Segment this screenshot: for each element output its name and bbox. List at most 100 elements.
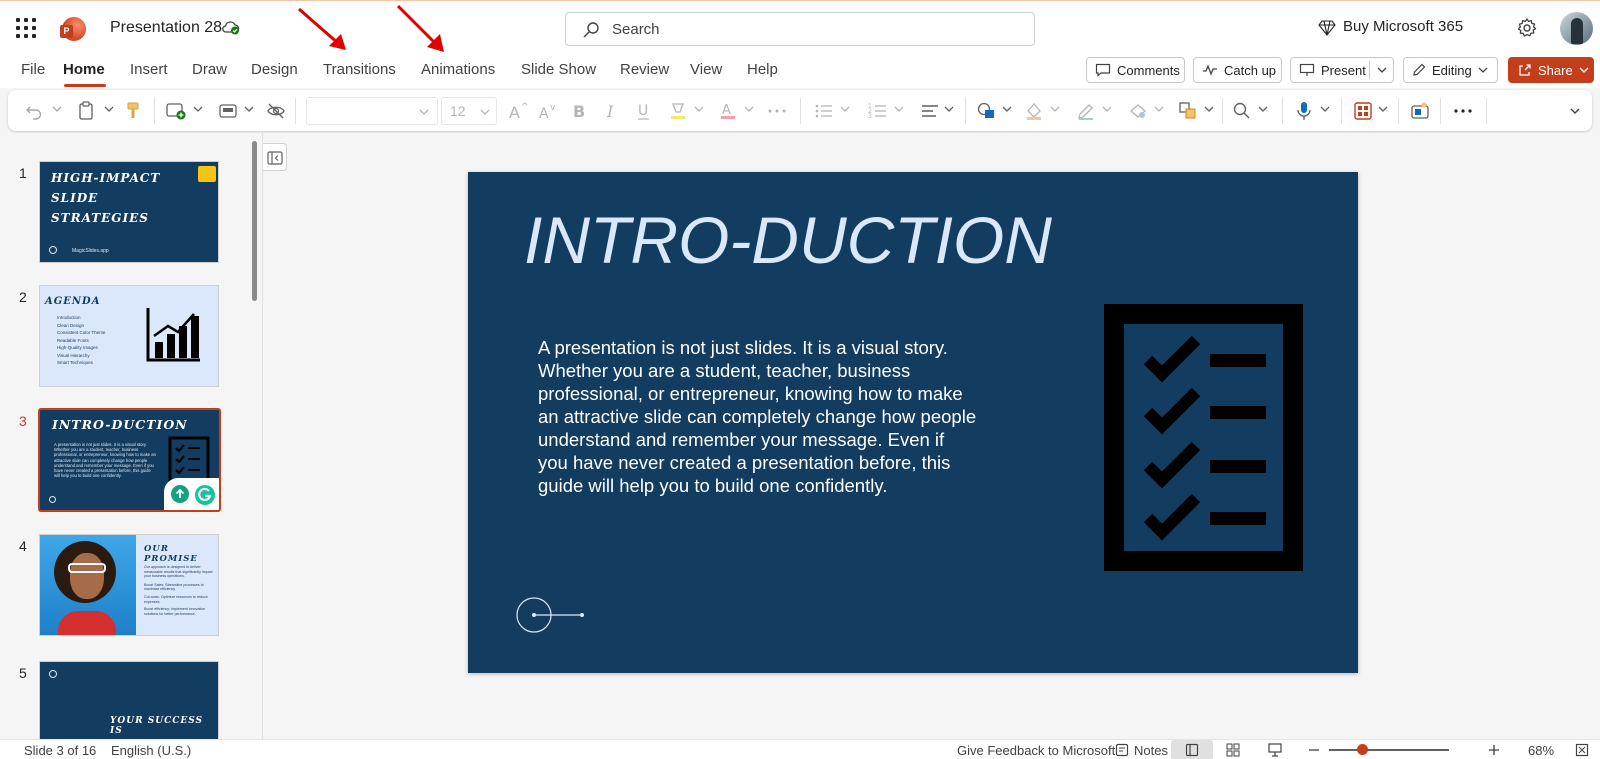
chevron-down-icon[interactable] <box>52 104 62 114</box>
chevron-down-icon[interactable] <box>1258 104 1268 114</box>
tab-slide-show[interactable]: Slide Show <box>521 61 596 78</box>
dictate-microphone-icon[interactable] <box>1295 100 1313 122</box>
chevron-down-icon[interactable] <box>104 104 114 114</box>
share-button[interactable]: Share <box>1508 57 1594 83</box>
tab-design[interactable]: Design <box>251 61 298 78</box>
slide-thumbnail-4[interactable]: OUR PROMISE Our approach is designed to … <box>39 534 219 636</box>
slide-sorter-icon[interactable] <box>1226 743 1240 757</box>
tab-home[interactable]: Home <box>63 61 105 78</box>
chevron-down-icon[interactable] <box>1378 104 1388 114</box>
shape-outline-icon[interactable] <box>1076 100 1096 122</box>
zoom-level[interactable]: 68% <box>1528 743 1554 758</box>
chevron-down-icon[interactable] <box>744 104 754 114</box>
chevron-down-icon[interactable] <box>1002 104 1012 114</box>
app-launcher-icon[interactable] <box>16 18 36 38</box>
current-slide[interactable]: INTRO-DUCTION A presentation is not just… <box>468 172 1358 673</box>
zoom-slider-thumb[interactable] <box>1357 744 1368 755</box>
chevron-down-icon[interactable] <box>1050 104 1060 114</box>
chevron-down-icon[interactable] <box>419 107 429 117</box>
increase-font-size-icon[interactable]: A ^ <box>508 100 530 122</box>
slide-title[interactable]: INTRO-DUCTION <box>524 202 1052 278</box>
tab-transitions[interactable]: Transitions <box>323 61 396 78</box>
zoom-out-icon[interactable] <box>1308 744 1320 756</box>
collapse-thumbnails-button[interactable] <box>263 143 287 171</box>
format-painter-icon[interactable] <box>125 100 141 122</box>
bullets-icon[interactable] <box>814 100 834 122</box>
paste-clipboard-icon[interactable] <box>78 100 96 122</box>
editing-mode-button[interactable]: Editing <box>1403 57 1498 83</box>
chevron-down-icon[interactable] <box>244 104 254 114</box>
chevron-down-icon[interactable] <box>480 107 490 117</box>
thumbnail-scrollbar[interactable] <box>252 141 257 301</box>
numbering-icon[interactable]: 123 <box>868 100 888 122</box>
comments-button[interactable]: Comments <box>1086 57 1185 83</box>
chevron-down-icon[interactable] <box>840 104 850 114</box>
chevron-down-icon[interactable] <box>694 104 704 114</box>
checklist-icon[interactable] <box>1104 304 1303 571</box>
highlight-icon[interactable] <box>668 100 688 122</box>
find-icon[interactable] <box>1232 100 1252 122</box>
chevron-down-icon[interactable] <box>1320 104 1330 114</box>
present-button[interactable]: Present <box>1290 57 1394 83</box>
tab-help[interactable]: Help <box>747 61 778 78</box>
upload-badge-icon[interactable] <box>170 484 190 504</box>
new-slide-icon[interactable] <box>165 100 187 122</box>
settings-gear-icon[interactable] <box>1516 17 1538 39</box>
add-ins-icon[interactable] <box>1410 100 1430 122</box>
tab-animations[interactable]: Animations <box>421 61 495 78</box>
give-feedback-link[interactable]: Give Feedback to Microsoft <box>957 743 1115 758</box>
grammarly-icon[interactable] <box>194 484 216 506</box>
shape-effects-icon[interactable] <box>1128 100 1148 122</box>
slide-body-text[interactable]: A presentation is not just slides. It is… <box>538 336 978 497</box>
fit-to-window-icon[interactable] <box>1575 743 1589 757</box>
slide-thumbnail-pane[interactable]: 1 HIGH-IMPACT SLIDE STRATEGIES MagicSlid… <box>0 133 263 739</box>
zoom-in-icon[interactable] <box>1488 744 1500 756</box>
bold-icon[interactable]: B <box>571 100 587 122</box>
font-color-icon[interactable]: A <box>718 100 738 122</box>
italic-icon[interactable]: I <box>604 100 620 122</box>
user-avatar[interactable] <box>1560 12 1593 45</box>
shapes-icon[interactable] <box>976 100 998 122</box>
chevron-down-icon[interactable] <box>894 104 904 114</box>
search-box[interactable]: Search <box>565 12 1035 46</box>
decrease-font-size-icon[interactable]: Av <box>538 100 560 122</box>
chevron-down-icon[interactable] <box>193 104 203 114</box>
more-options-icon[interactable] <box>1452 100 1474 122</box>
font-name-box[interactable] <box>306 97 438 125</box>
notes-button[interactable]: Notes <box>1134 743 1168 758</box>
chevron-down-icon[interactable] <box>1377 66 1387 74</box>
designer-icon[interactable] <box>1353 100 1373 122</box>
tab-file[interactable]: File <box>21 61 45 78</box>
tab-insert[interactable]: Insert <box>130 61 168 78</box>
document-title[interactable]: Presentation 28 <box>110 19 222 37</box>
chevron-down-icon[interactable] <box>1204 104 1214 114</box>
arrange-icon[interactable] <box>1178 100 1198 122</box>
tab-review[interactable]: Review <box>620 61 669 78</box>
language-indicator[interactable]: English (U.S.) <box>111 743 191 758</box>
chevron-down-icon[interactable] <box>944 104 954 114</box>
notes-icon[interactable] <box>1115 743 1129 757</box>
tab-draw[interactable]: Draw <box>192 61 227 78</box>
shape-fill-icon[interactable] <box>1024 100 1044 122</box>
font-size-box[interactable]: 12 <box>441 97 497 125</box>
undo-icon[interactable] <box>24 100 44 122</box>
buy-microsoft-365-link[interactable]: Buy Microsoft 365 <box>1343 18 1463 35</box>
underline-icon[interactable]: U <box>636 100 652 122</box>
slide-thumbnail-1[interactable]: HIGH-IMPACT SLIDE STRATEGIES MagicSlides… <box>39 161 219 263</box>
normal-view-button[interactable] <box>1171 740 1213 759</box>
catch-up-button[interactable]: Catch up <box>1193 57 1282 83</box>
zoom-slider-track[interactable] <box>1329 749 1449 751</box>
tab-view[interactable]: View <box>690 61 722 78</box>
layout-icon[interactable] <box>218 100 238 122</box>
slide-thumbnail-2[interactable]: AGENDA Introduction Clean Design Consist… <box>39 285 219 387</box>
chevron-down-icon[interactable] <box>1154 104 1164 114</box>
cloud-saved-icon[interactable] <box>221 19 241 35</box>
chevron-down-icon[interactable] <box>1102 104 1112 114</box>
slide-thumbnail-5[interactable]: YOUR SUCCESS IS <box>39 661 219 739</box>
reading-view-icon[interactable] <box>1268 743 1282 757</box>
expand-ribbon-chevron-icon[interactable] <box>1570 106 1580 116</box>
slide-thumbnail-3-selected[interactable]: INTRO-DUCTION A presentation is not just… <box>38 408 221 512</box>
hide-slide-icon[interactable] <box>266 100 286 122</box>
align-text-icon[interactable] <box>920 100 940 122</box>
more-font-options-icon[interactable] <box>766 100 788 122</box>
